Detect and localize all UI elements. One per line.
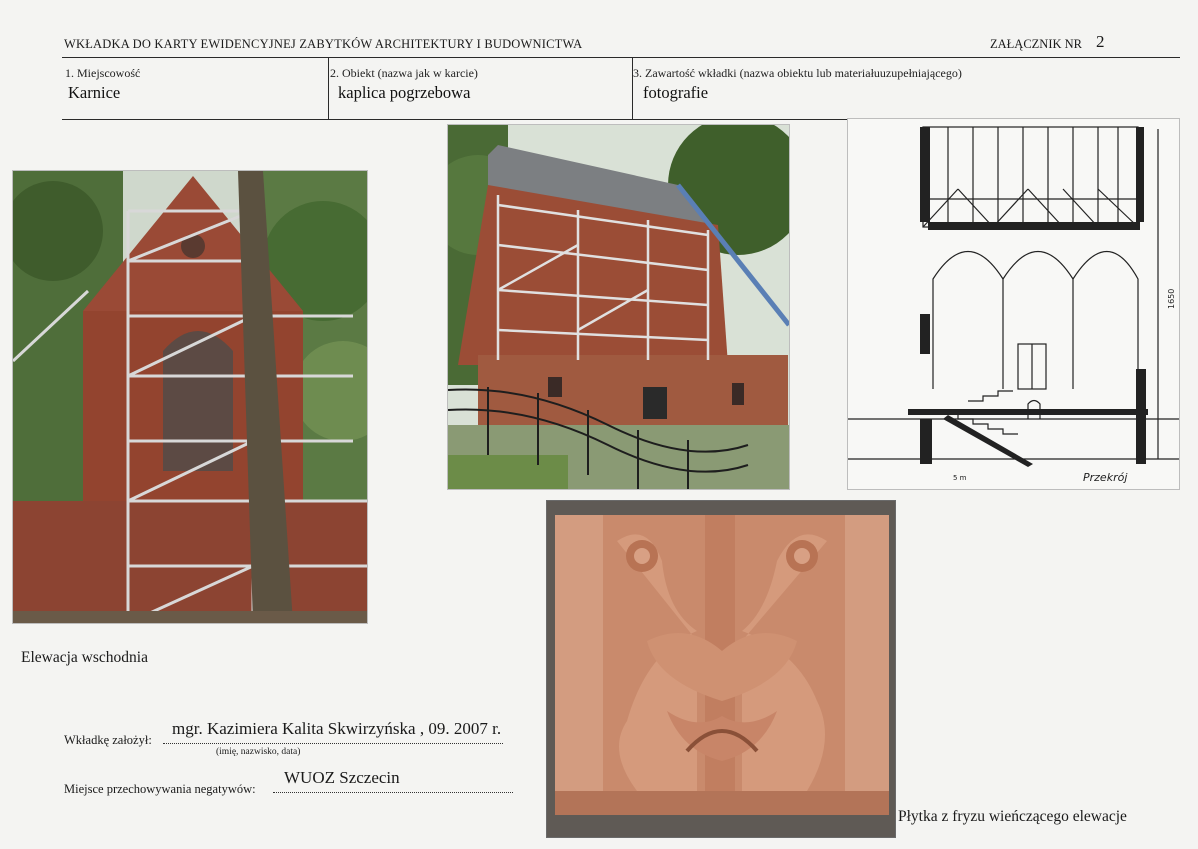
author-dotted-line bbox=[163, 743, 503, 744]
locality-value: Karnice bbox=[68, 83, 121, 102]
author-value: mgr. Kazimiera Kalita Skwirzyńska , 09. … bbox=[172, 719, 502, 738]
storage-dotted-line bbox=[273, 792, 513, 793]
field-divider-1 bbox=[328, 57, 329, 119]
frieze-tile-photo bbox=[546, 500, 896, 838]
frieze-caption: Płytka z fryzu wieńczącego elewacje bbox=[898, 808, 1127, 825]
locality-label: 1. Miejscowość bbox=[65, 66, 141, 80]
storage-value: WUOZ Szczecin bbox=[284, 768, 400, 787]
content-value: fotografie bbox=[643, 83, 709, 102]
section-label: Przekrój bbox=[1083, 471, 1128, 484]
annex-number: 2 bbox=[1096, 32, 1105, 51]
east-elevation-caption: Elewacja wschodnia bbox=[21, 649, 148, 666]
annex-label: ZAŁĄCZNIK NR bbox=[990, 37, 1083, 51]
author-label: Wkładkę założył: bbox=[64, 733, 152, 747]
storage-label: Miejsce przechowywania negatywów: bbox=[64, 782, 256, 796]
section-scale-mark: 5 m bbox=[953, 474, 967, 482]
section-height-mark: 1650 bbox=[1167, 289, 1176, 309]
content-label: 3. Zawartość wkładki (nazwa obiektu lub … bbox=[633, 66, 962, 80]
object-value: kaplica pogrzebowa bbox=[338, 83, 471, 102]
east-elevation-photo bbox=[12, 170, 368, 624]
header-rule-top bbox=[62, 57, 1180, 58]
chapel-scaffolding-photo bbox=[447, 124, 790, 490]
form-title: WKŁADKA DO KARTY EWIDENCYJNEJ ZABYTKÓW A… bbox=[64, 37, 583, 51]
cross-section-drawing: 1650 5 m Przekrój bbox=[847, 118, 1180, 490]
object-label: 2. Obiekt (nazwa jak w karcie) bbox=[330, 66, 478, 80]
author-hint: (imię, nazwisko, data) bbox=[216, 747, 301, 757]
